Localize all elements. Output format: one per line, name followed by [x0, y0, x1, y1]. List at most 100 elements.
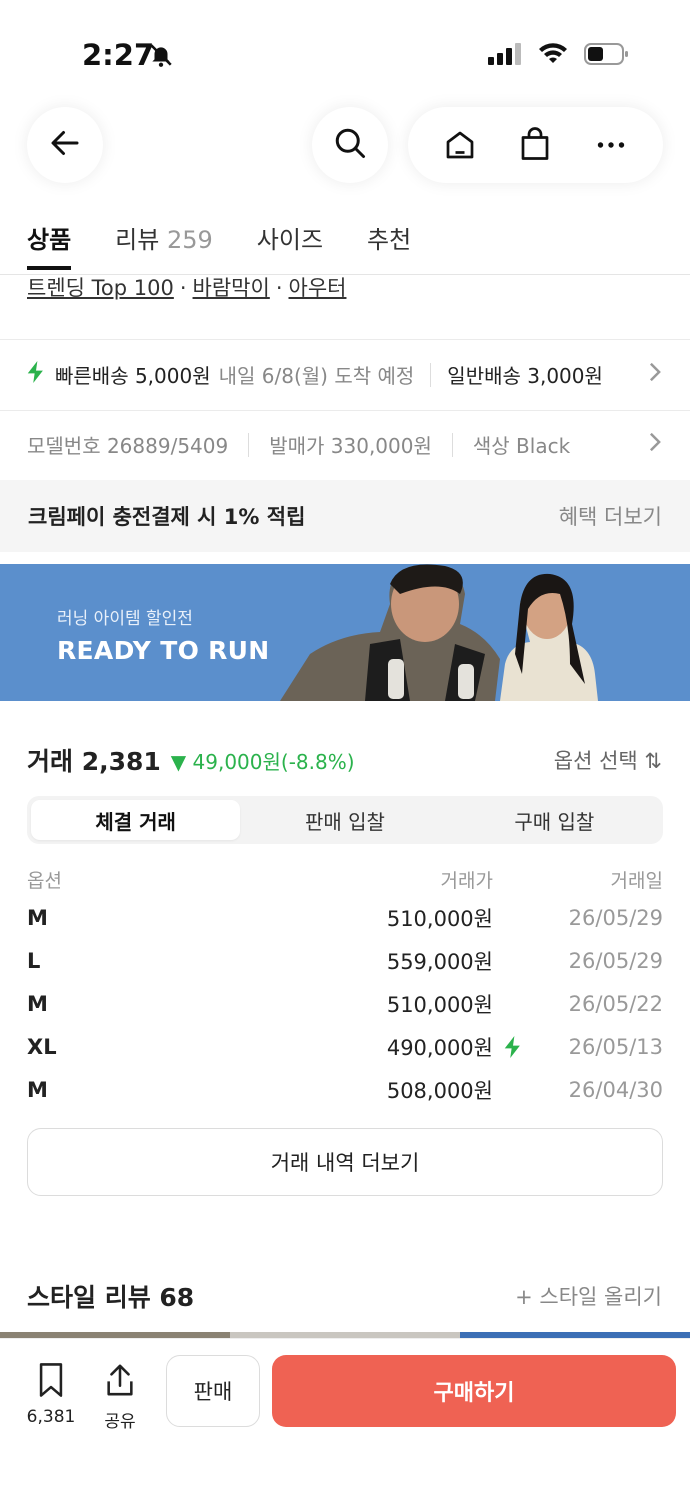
table-row: XL 490,000원 26/05/13 — [27, 1025, 663, 1068]
segment-sell-bids[interactable]: 판매 입찰 — [240, 800, 449, 840]
row-price: 508,000원 — [386, 1078, 493, 1103]
breadcrumb: 트렌딩 Top 100 · 바람막이 · 아우터 — [27, 272, 346, 302]
tab-label: 사이즈 — [256, 226, 324, 254]
bookmark-icon — [34, 1363, 68, 1403]
benefit-more-link[interactable]: 혜택 더보기 — [559, 501, 662, 531]
row-option: M — [27, 991, 48, 1016]
product-specs[interactable]: 모델번호 26889/5409 발매가 330,000원 색상 Black — [27, 430, 662, 459]
row-option: L — [27, 948, 41, 973]
table-row: L 559,000원 26/05/29 — [27, 939, 663, 982]
banner-subtitle: 러닝 아이템 할인전 — [57, 609, 193, 629]
bottom-action-bar: 6,381 공유 판매 구매하기 — [0, 1338, 690, 1500]
divider — [0, 339, 690, 340]
upload-style-button[interactable]: + 스타일 올리기 — [515, 1281, 662, 1311]
kream-pay-promo[interactable]: 크림페이 충전결제 시 1% 적립 혜택 더보기 — [0, 480, 690, 552]
style-review-title: 스타일 리뷰 68 — [27, 1283, 195, 1312]
review-count: 259 — [166, 226, 213, 254]
breadcrumb-trending[interactable]: 트렌딩 Top 100 — [27, 276, 174, 300]
row-option: M — [27, 905, 48, 930]
tab-reviews[interactable]: 리뷰 259 — [115, 220, 213, 255]
column-date: 거래일 — [610, 869, 663, 892]
share-icon — [103, 1364, 137, 1403]
fast-delivery-eta: 내일 6/8(월) 도착 예정 — [218, 364, 415, 388]
row-price: 510,000원 — [386, 992, 493, 1017]
tab-product[interactable]: 상품 — [27, 220, 72, 270]
search-button[interactable] — [312, 107, 388, 183]
row-option: M — [27, 1077, 48, 1102]
tab-label: 추천 — [367, 226, 412, 254]
row-option: XL — [27, 1034, 57, 1059]
banner-title: READY TO RUN — [57, 636, 270, 665]
header-action-group — [408, 107, 663, 183]
fast-delivery-label: 빠른배송 5,000원 — [55, 364, 211, 388]
share-button[interactable]: 공유 — [98, 1361, 142, 1432]
status-time: 2:27 — [82, 38, 155, 72]
promo-text: 크림페이 충전결제 시 1% 적립 — [28, 505, 306, 529]
back-button[interactable] — [27, 107, 103, 183]
row-date: 26/04/30 — [568, 1077, 663, 1102]
divider — [0, 410, 690, 411]
more-icon[interactable] — [581, 115, 641, 175]
bell-muted-icon — [148, 42, 174, 72]
search-icon — [332, 125, 368, 165]
tab-size[interactable]: 사이즈 — [257, 220, 323, 255]
model-number: 모델번호 26889/5409 — [27, 434, 229, 458]
color-info: 색상 Black — [472, 434, 571, 458]
separator — [430, 362, 432, 387]
row-date: 26/05/29 — [568, 905, 663, 930]
product-tabs: 상품 리뷰 259 사이즈 추천 — [27, 220, 411, 270]
row-price: 559,000원 — [386, 949, 493, 974]
trade-history-more-button[interactable]: 거래 내역 더보기 — [27, 1128, 663, 1196]
row-date: 26/05/22 — [568, 991, 663, 1016]
table-header: 옵션 거래가 거래일 — [27, 862, 663, 896]
table-row: M 510,000원 26/05/29 — [27, 896, 663, 939]
wifi-icon — [538, 43, 568, 69]
save-count: 6,381 — [26, 1407, 76, 1427]
tab-label: 상품 — [27, 226, 72, 254]
buy-button[interactable]: 구매하기 — [272, 1355, 676, 1427]
sell-button[interactable]: 판매 — [166, 1355, 260, 1427]
breadcrumb-windbreaker[interactable]: 바람막이 — [193, 276, 270, 300]
separator — [248, 432, 250, 457]
shopping-bag-icon[interactable] — [505, 115, 565, 175]
segment-concluded-trades[interactable]: 체결 거래 — [31, 800, 241, 840]
status-bar: 2:27 — [0, 0, 690, 100]
release-price: 발매가 330,000원 — [269, 434, 432, 458]
home-icon[interactable] — [430, 115, 490, 175]
promo-banner[interactable]: 러닝 아이템 할인전 READY TO RUN — [0, 564, 690, 701]
delivery-info[interactable]: 빠른배송 5,000원 내일 6/8(월) 도착 예정 일반배송 3,000원 — [27, 360, 662, 389]
tab-recommend[interactable]: 추천 — [367, 220, 411, 255]
trade-header: 거래 2,381 ▼ 49,000원(-8.8%) 옵션 선택 ⇅ — [27, 742, 662, 778]
row-date: 26/05/13 — [568, 1034, 663, 1059]
trade-count-title: 거래 2,381 — [27, 747, 161, 776]
column-option: 옵션 — [27, 869, 62, 892]
chevron-right-icon — [648, 361, 662, 389]
back-arrow-icon — [47, 125, 83, 165]
battery-icon — [584, 42, 630, 70]
save-button[interactable]: 6,381 — [22, 1361, 80, 1427]
trade-segment-control: 체결 거래 판매 입찰 구매 입찰 — [27, 796, 663, 844]
row-price: 510,000원 — [386, 906, 493, 931]
segment-buy-bids[interactable]: 구매 입찰 — [450, 800, 659, 840]
lightning-icon — [493, 1035, 533, 1058]
trade-table: 옵션 거래가 거래일 M 510,000원 26/05/29 L 559,000… — [27, 862, 663, 1111]
lightning-icon — [27, 360, 45, 389]
table-row: M 510,000원 26/05/22 — [27, 982, 663, 1025]
separator — [451, 432, 453, 457]
breadcrumb-separator: · — [275, 276, 283, 300]
style-review-header: 스타일 리뷰 68 + 스타일 올리기 — [27, 1278, 662, 1314]
option-select-button[interactable]: 옵션 선택 ⇅ — [554, 745, 662, 775]
share-label: 공유 — [104, 1412, 136, 1432]
chevron-right-icon — [648, 431, 662, 459]
column-price: 거래가 — [440, 869, 493, 892]
breadcrumb-outer[interactable]: 아우터 — [289, 276, 347, 300]
tab-label: 리뷰 — [115, 226, 160, 254]
signal-icon — [488, 43, 522, 69]
banner-runners-image — [280, 564, 598, 701]
normal-delivery-label: 일반배송 3,000원 — [447, 364, 603, 388]
table-row: M 508,000원 26/04/30 — [27, 1068, 663, 1111]
row-date: 26/05/29 — [568, 948, 663, 973]
price-change: ▼ 49,000원(-8.8%) — [170, 749, 355, 774]
row-price: 490,000원 — [386, 1035, 493, 1060]
breadcrumb-separator: · — [179, 276, 187, 300]
